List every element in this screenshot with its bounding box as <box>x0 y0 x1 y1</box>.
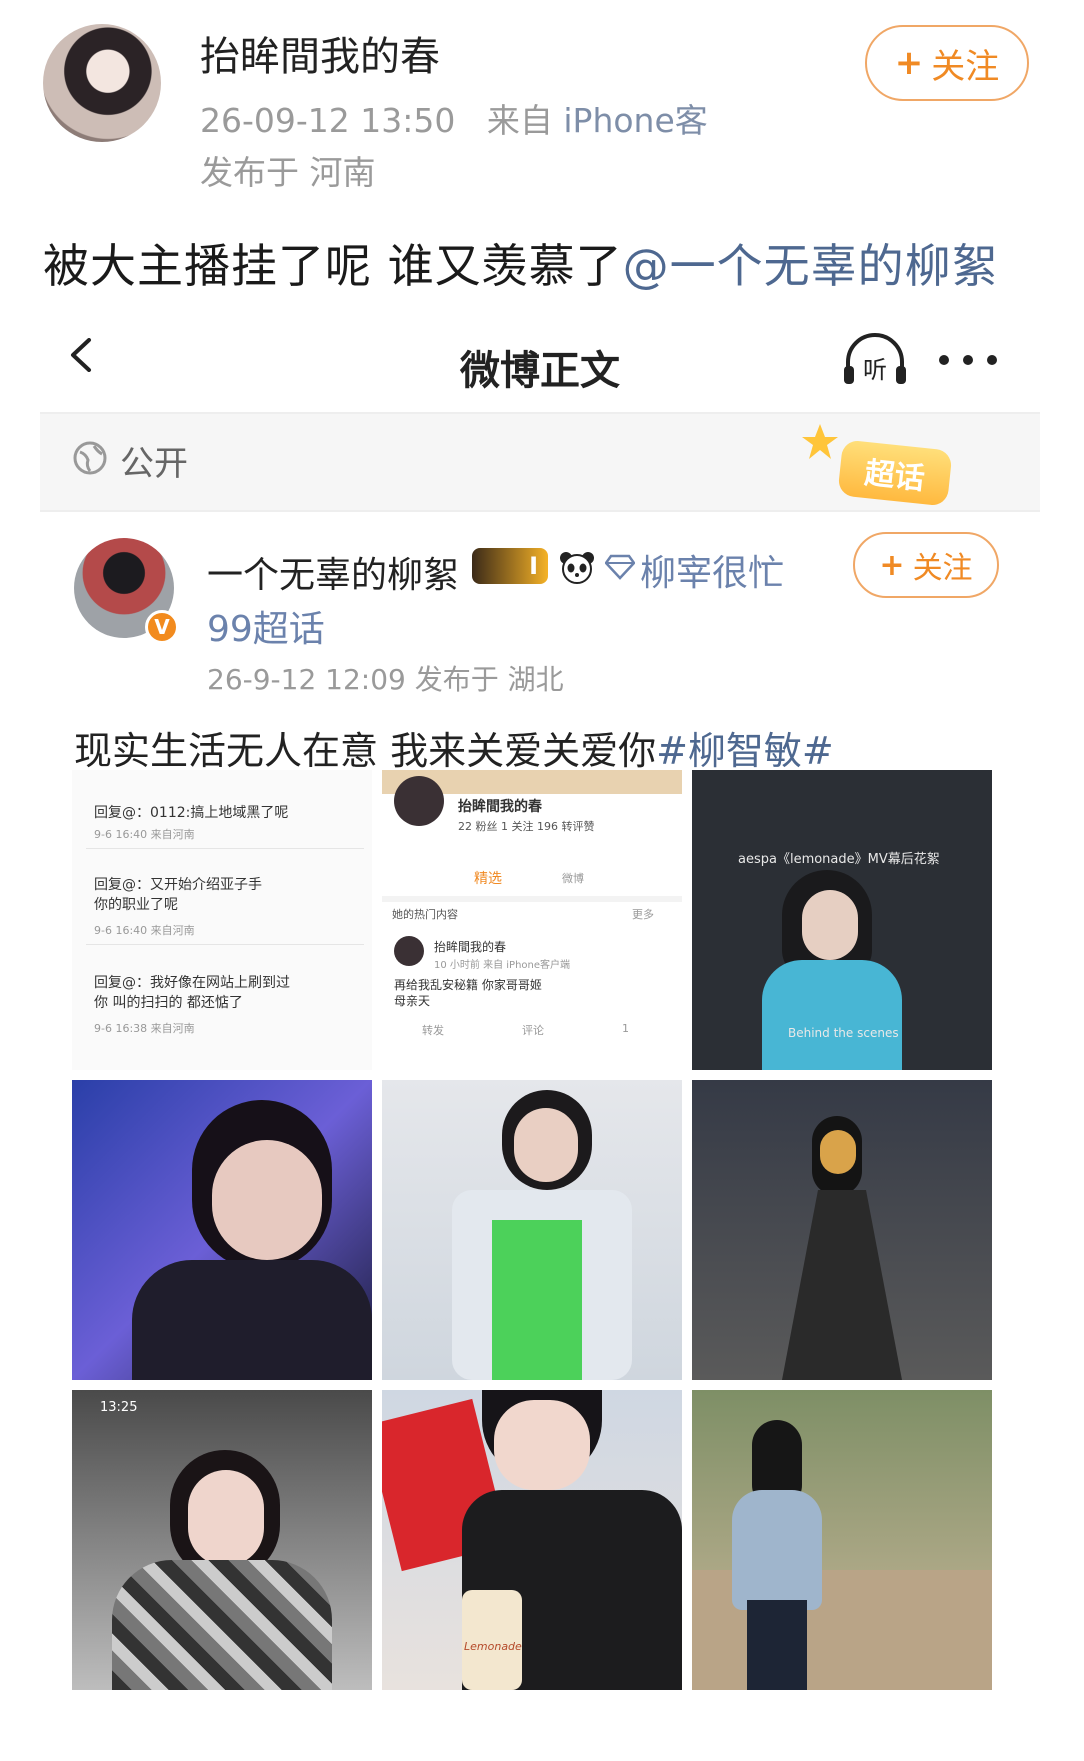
figure-face <box>514 1108 578 1182</box>
comment-divider <box>86 848 364 849</box>
post-meta: 10 小时前 来自 iPhone客户端 <box>434 960 571 971</box>
post-text: 再给我乱安秘籍 你家哥哥姬 <box>394 978 542 992</box>
grid-image-hiking[interactable] <box>692 1390 992 1690</box>
comment-1-meta: 9-6 16:40 来自河南 <box>94 828 195 841</box>
outer-author-name[interactable]: 抬眸間我的春 <box>200 24 440 82</box>
figure-top <box>132 1260 372 1380</box>
figure-face <box>802 890 858 960</box>
inner-follow-label: 关注 <box>912 551 973 586</box>
grid-image-stage-portrait[interactable] <box>72 1080 372 1380</box>
profile-stats: 22 粉丝 1 关注 196 转评赞 <box>458 820 595 833</box>
comment-1-text: 回复@：0112:搞上地域黑了呢 <box>94 805 289 821</box>
comment-3-meta: 9-6 16:38 来自河南 <box>94 1022 195 1035</box>
bottle-label: Lemonade <box>464 1640 522 1653</box>
diamond-icon <box>605 554 635 580</box>
profile-name: 抬眸間我的春 <box>458 799 542 815</box>
verified-badge-icon: V <box>145 610 179 644</box>
inner-author-name[interactable]: 一个无辜的柳絮 <box>207 546 459 598</box>
figure-dress <box>782 1190 902 1380</box>
outer-post-mention[interactable]: @一个无辜的柳絮 <box>623 239 999 293</box>
post-text-2: 母亲天 <box>394 994 431 1008</box>
inner-post-text: 现实生活无人在意 我来关爱关爱你#柳智敏# <box>74 720 834 775</box>
outer-follow-label: 关注 <box>931 46 1000 87</box>
supertopic-count[interactable]: 99超话 <box>207 600 325 652</box>
figure-face <box>820 1130 856 1174</box>
grid-image-comments[interactable]: 回复@：0112:搞上地域黑了呢 9-6 16:40 来自河南 回复@：又开始介… <box>72 770 372 1070</box>
profile-avatar <box>394 776 444 826</box>
figure-face <box>494 1400 590 1490</box>
comment-divider <box>86 944 364 945</box>
section-divider <box>40 510 1040 512</box>
outer-author-avatar[interactable] <box>43 24 161 142</box>
post-author: 抬眸間我的春 <box>434 940 507 954</box>
mv-sub-caption: Behind the scenes <box>788 1026 899 1040</box>
grid-image-concert[interactable] <box>692 1080 992 1380</box>
hashtag-link[interactable]: #柳智敏# <box>656 729 834 773</box>
more-options-icon[interactable] <box>938 354 998 366</box>
post-like-count: 1 <box>622 1022 629 1035</box>
post-repost: 转发 <box>422 1024 444 1037</box>
grid-image-mv[interactable]: aespa《lemonade》MV幕后花絮 Behind the scenes <box>692 770 992 1070</box>
grid-image-lemonade[interactable]: Lemonade <box>382 1390 682 1690</box>
phone-time: 13:25 <box>100 1400 138 1415</box>
inner-post-meta: 26-9-12 12:09 发布于 湖北 <box>207 663 564 696</box>
image-grid: 回复@：0112:搞上地域黑了呢 9-6 16:40 来自河南 回复@：又开始介… <box>72 770 992 1690</box>
fan-club-name[interactable]: 柳宰很忙 <box>640 544 784 596</box>
outer-source-device: iPhone客 <box>563 101 708 140</box>
post-comment: 评论 <box>522 1024 544 1037</box>
figure-face <box>188 1470 264 1566</box>
profile-more-link: 更多 <box>632 908 654 921</box>
figure-face <box>212 1140 322 1260</box>
plus-icon: + <box>879 547 905 583</box>
panda-icon <box>560 552 594 584</box>
globe-icon <box>73 441 107 475</box>
mv-caption: aespa《lemonade》MV幕后花絮 <box>738 852 940 867</box>
grid-image-profile[interactable]: 抬眸間我的春 22 粉丝 1 关注 196 转评赞 精选 微博 她的热门内容 更… <box>382 770 682 1070</box>
star-icon <box>802 424 838 459</box>
comment-2-text-2: 你的职业了呢 <box>94 897 178 913</box>
listen-label: 听 <box>863 356 887 384</box>
inner-post-body: 现实生活无人在意 我来关爱关爱你 <box>74 729 657 773</box>
grid-image-phone-photo[interactable]: 13:25 <box>72 1390 372 1690</box>
figure-jacket <box>732 1490 822 1610</box>
figure-swimsuit <box>492 1220 582 1380</box>
outer-post-body: 被大主播挂了呢 谁又羡慕了 <box>43 239 623 293</box>
profile-hot-label: 她的热门内容 <box>392 908 458 921</box>
comment-2-text: 回复@：又开始介绍亚子手 <box>94 877 262 893</box>
embedded-screenshot: 微博正文 听 公开 超话 V 一个无辜的柳絮 I 柳宰很忙 99超话 26-9-… <box>40 310 1040 1761</box>
visibility-label: 公开 <box>120 444 188 484</box>
supertopic-badge[interactable]: 超话 <box>837 439 953 507</box>
post-avatar <box>394 936 424 966</box>
profile-tab-featured: 精选 <box>474 871 502 887</box>
profile-divider <box>382 896 682 902</box>
comment-3-text: 回复@：我好像在网站上刷到过 <box>94 975 290 991</box>
crown-level-badge: I <box>472 548 548 584</box>
figure-dress <box>762 960 902 1070</box>
figure-jeans <box>747 1600 807 1690</box>
outer-post-text: 被大主播挂了呢 谁又羡慕了@一个无辜的柳絮 <box>43 230 999 296</box>
figure-camo-jacket <box>112 1560 332 1690</box>
profile-tab-weibo: 微博 <box>562 872 584 885</box>
plus-icon: + <box>894 43 924 83</box>
grid-image-dance[interactable] <box>382 1080 682 1380</box>
outer-follow-button[interactable]: + 关注 <box>865 25 1029 101</box>
comment-3-text-2: 你 叫的扫扫的 都还惦了 <box>94 995 243 1011</box>
outer-location: 发布于 河南 <box>200 153 376 192</box>
outer-timestamp: 26-09-12 13:50 <box>200 101 456 140</box>
comment-2-meta: 9-6 16:40 来自河南 <box>94 924 195 937</box>
headphones-listen-icon[interactable]: 听 <box>840 332 910 388</box>
inner-follow-button[interactable]: + 关注 <box>853 532 999 598</box>
outer-post-meta: 26-09-12 13:50 来自 iPhone客 <box>200 94 708 142</box>
level-badge-label: I <box>529 552 538 580</box>
outer-source-prefix: 来自 <box>486 101 553 140</box>
